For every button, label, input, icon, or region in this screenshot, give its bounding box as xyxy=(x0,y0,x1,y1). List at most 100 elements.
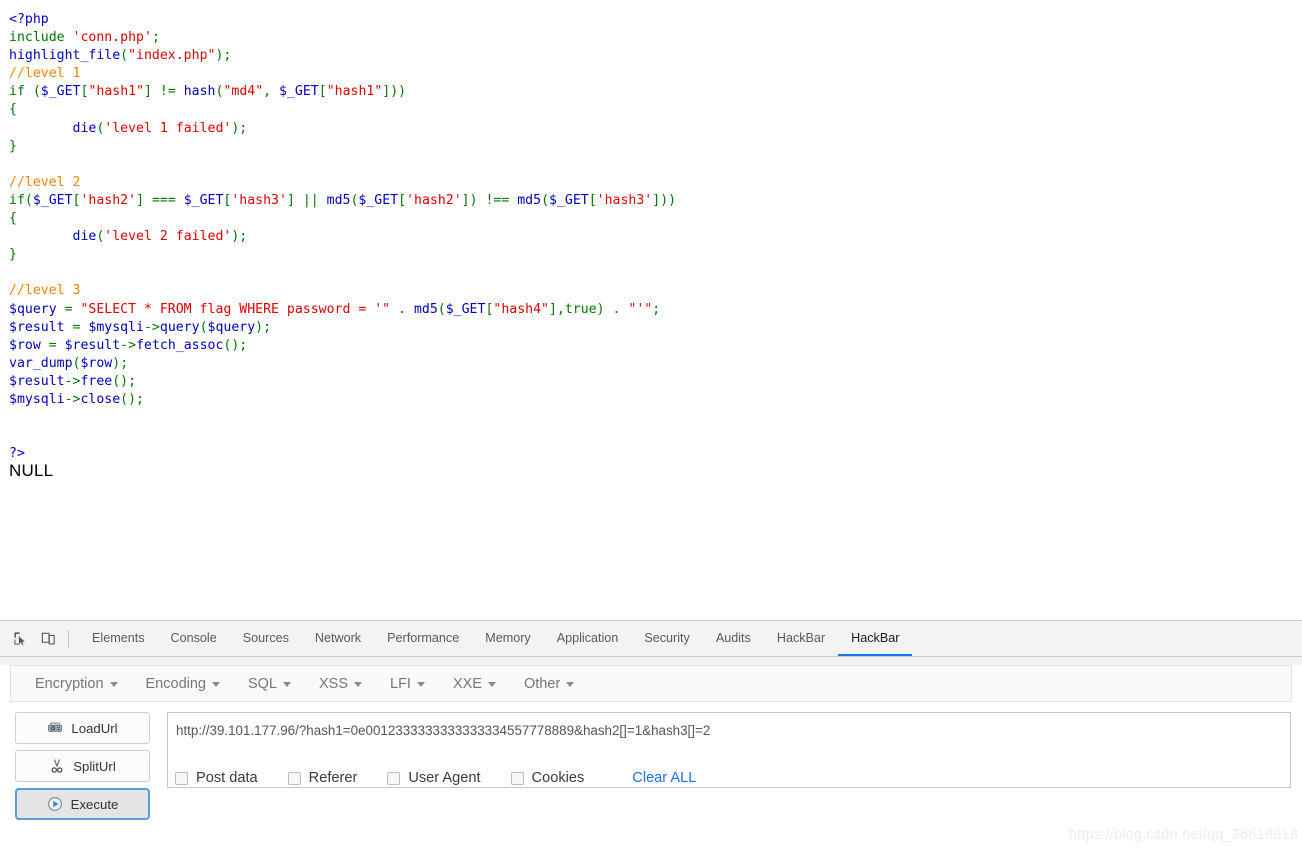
code-token: (); xyxy=(120,391,144,407)
code-line: $mysqli->close(); xyxy=(9,391,676,409)
code-token: if xyxy=(9,84,33,100)
code-token: close xyxy=(80,391,121,407)
hackbar-menu-lfi[interactable]: LFI xyxy=(376,666,439,701)
hackbar-menu-other[interactable]: Other xyxy=(510,666,588,701)
code-line: var_dump($row); xyxy=(9,355,676,373)
execute-play-icon xyxy=(47,796,63,812)
code-token: ; xyxy=(151,30,160,46)
code-token: 'hash2' xyxy=(406,192,462,208)
code-token: ); xyxy=(231,120,248,136)
hackbar-option-label: Post data xyxy=(196,770,258,786)
code-token: 'level 1 failed' xyxy=(104,120,232,136)
split-url-button[interactable]: SplitUrl xyxy=(15,750,150,782)
hackbar-option-label: User Agent xyxy=(408,770,481,786)
code-token: 'hash3' xyxy=(596,192,653,208)
hackbar-menu-xxe[interactable]: XXE xyxy=(439,666,510,701)
code-token: 'hash2' xyxy=(80,192,137,208)
devtools-tab-label: HackBar xyxy=(776,630,826,645)
execute-label: Execute xyxy=(70,796,119,812)
clear-all-link[interactable]: Clear ALL xyxy=(632,770,696,786)
code-token: $result xyxy=(64,337,121,353)
code-token: ], xyxy=(548,301,565,317)
code-token: { xyxy=(9,102,17,118)
devtools-tab-label: Sources xyxy=(242,630,289,645)
code-token: "SELECT * FROM flag WHERE password = '" xyxy=(80,301,391,317)
code-token: $_GET xyxy=(358,192,399,208)
hackbar-option-cookies[interactable]: Cookies xyxy=(510,770,584,786)
hackbar-menu-label: Encryption xyxy=(35,675,104,692)
code-token: -> xyxy=(143,319,160,335)
hackbar-menu-label: XSS xyxy=(319,675,349,692)
code-token: "md4" xyxy=(223,84,264,100)
code-token: if( xyxy=(9,192,33,208)
code-token: -> xyxy=(120,337,137,353)
code-line: if($_GET['hash2'] === $_GET['hash3'] || … xyxy=(9,192,676,210)
code-token: include xyxy=(9,30,73,46)
code-token: $_GET xyxy=(32,192,73,208)
chevron-down-icon xyxy=(354,682,363,687)
var-dump-output: NULL xyxy=(9,461,54,480)
code-token: //level 3 xyxy=(9,283,81,299)
hackbar-option-post-data[interactable]: Post data xyxy=(175,770,258,786)
load-url-button[interactable]: LoadUrl xyxy=(15,712,150,744)
hackbar-menu-encoding[interactable]: Encoding xyxy=(132,666,234,701)
checkbox[interactable] xyxy=(510,771,524,785)
hackbar-menu-encryption[interactable]: Encryption xyxy=(21,666,132,701)
devtools-tab-console[interactable]: Console xyxy=(158,621,230,656)
devtools-tab-application[interactable]: Application xyxy=(544,621,632,656)
devtools-tab-label: Security xyxy=(644,630,690,645)
code-line: //level 2 xyxy=(9,174,676,192)
hackbar-option-label: Referer xyxy=(308,770,358,786)
code-token: ?> xyxy=(9,446,25,462)
hackbar-menu-label: Other xyxy=(523,675,561,692)
inspect-element-icon[interactable] xyxy=(6,625,34,653)
code-token: "index.php" xyxy=(128,48,216,64)
execute-button[interactable]: Execute xyxy=(15,788,150,820)
code-token: die xyxy=(9,120,97,136)
hackbar-body: LoadUrl SplitUrl Execute http://39.101.1… xyxy=(0,712,1302,820)
devtools-tab-elements[interactable]: Elements xyxy=(79,621,158,656)
hackbar-menu-label: LFI xyxy=(390,675,411,692)
devtools-tab-hackbar[interactable]: HackBar xyxy=(764,621,838,656)
code-token: ( xyxy=(437,301,446,317)
devtools-tab-network[interactable]: Network xyxy=(302,621,374,656)
code-line: include 'conn.php'; xyxy=(9,29,676,47)
devtools-tab-security[interactable]: Security xyxy=(631,621,703,656)
device-toolbar-icon[interactable] xyxy=(34,625,62,653)
devtools-tab-audits[interactable]: Audits xyxy=(703,621,764,656)
code-line: die('level 2 failed'); xyxy=(9,228,676,246)
devtools-tab-label: Console xyxy=(170,630,217,645)
code-token: ( xyxy=(32,84,41,100)
hackbar-option-referer[interactable]: Referer xyxy=(287,770,358,786)
code-token: ]) !== xyxy=(461,192,518,208)
code-line: } xyxy=(9,138,676,156)
code-token: $query xyxy=(207,319,256,335)
hackbar-menu-xss[interactable]: XSS xyxy=(305,666,376,701)
code-token: die xyxy=(9,229,97,245)
hackbar-options-row: Post data Referer User Agent Cookies Clear A… xyxy=(175,770,696,786)
devtools-tab-performance[interactable]: Performance xyxy=(374,621,472,656)
code-token: ])) xyxy=(382,84,407,100)
checkbox[interactable] xyxy=(287,771,301,785)
code-token: (); xyxy=(223,337,248,353)
devtools-tab-sources[interactable]: Sources xyxy=(230,621,302,656)
hackbar-option-user-agent[interactable]: User Agent xyxy=(387,770,481,786)
code-token: -> xyxy=(64,373,81,389)
hackbar-menu-sql[interactable]: SQL xyxy=(234,666,305,701)
code-token: [ xyxy=(398,192,407,208)
devtools-tab-label: Elements xyxy=(92,630,145,645)
hackbar-menu-label: SQL xyxy=(247,675,277,692)
code-token: ); xyxy=(215,48,232,64)
devtools-tab-hackbar-active[interactable]: HackBar xyxy=(838,621,913,656)
devtools-tab-memory[interactable]: Memory xyxy=(472,621,543,656)
checkbox[interactable] xyxy=(387,771,401,785)
code-line: highlight_file("index.php"); xyxy=(9,47,676,65)
checkbox[interactable] xyxy=(175,771,188,785)
toolbar-divider xyxy=(68,629,69,648)
code-token: ); xyxy=(255,319,272,335)
code-token: ] || xyxy=(286,192,327,208)
code-line: //level 3 xyxy=(9,282,676,300)
devtools-tab-label: Network xyxy=(314,630,362,645)
